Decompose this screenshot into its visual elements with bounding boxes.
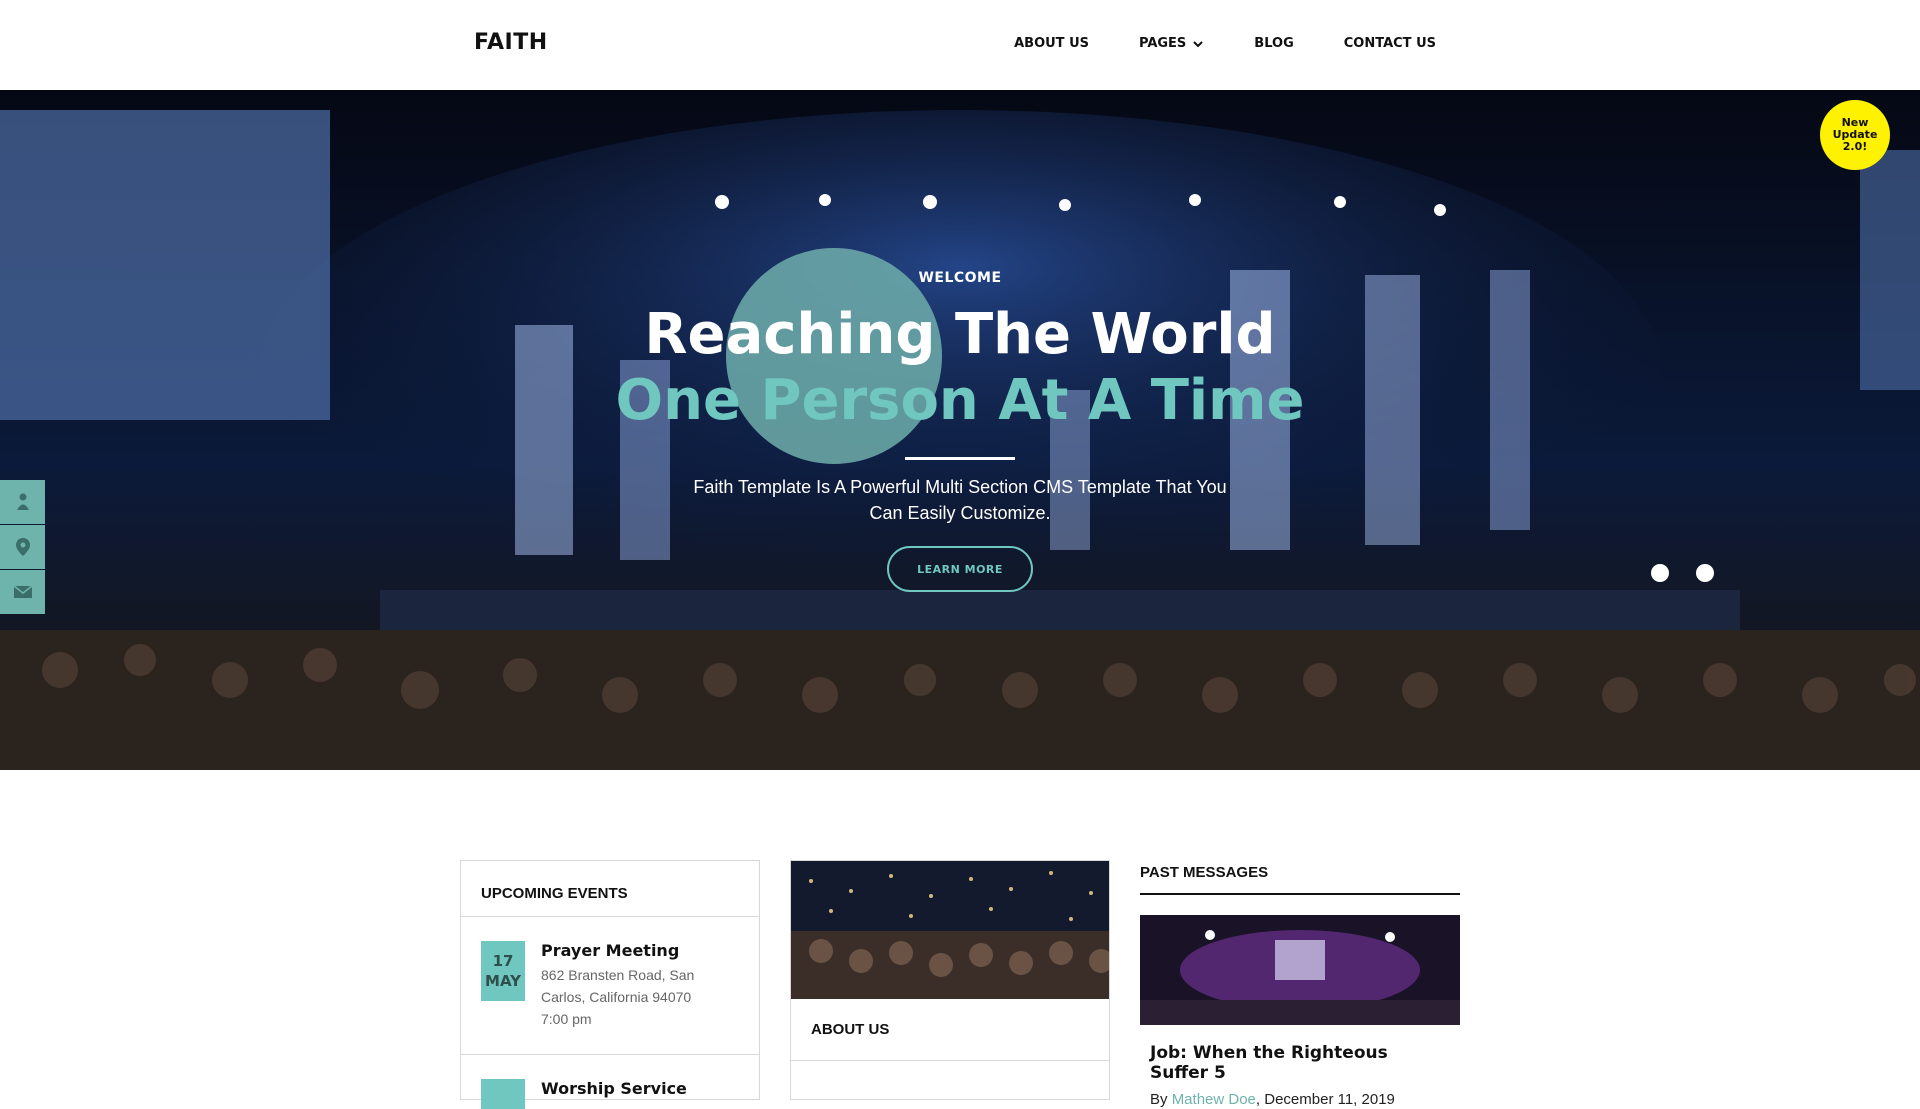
envelope-icon (13, 585, 32, 598)
side-person-button[interactable] (0, 480, 45, 524)
hero-headline: Reaching The World One Person At A Time (615, 302, 1305, 433)
side-contact-bar (0, 480, 45, 615)
nav-contact-us[interactable]: CONTACT US (1344, 36, 1436, 51)
hero-divider (905, 457, 1015, 460)
site-header: FAITH ABOUT US PAGES BLOG CONTACT US (0, 0, 1920, 90)
hero-welcome-label: WELCOME (918, 270, 1002, 286)
message-meta: By Mathew Doe, December 11, 2019 (1150, 1091, 1395, 1108)
event-name[interactable]: Prayer Meeting (541, 941, 739, 960)
main-nav: ABOUT US PAGES BLOG CONTACT US (1014, 36, 1436, 51)
events-title: UPCOMING EVENTS (461, 861, 759, 917)
event-item[interactable]: 17 MAY Prayer Meeting 862 Bransten Road,… (461, 917, 759, 1055)
message-title[interactable]: Job: When the Righteous Suffer 5 (1150, 1043, 1450, 1083)
hero-subtitle: Faith Template Is A Powerful Multi Secti… (693, 477, 1227, 523)
side-location-button[interactable] (0, 525, 45, 569)
event-name[interactable]: Worship Service (541, 1079, 687, 1098)
nav-blog[interactable]: BLOG (1254, 36, 1293, 51)
message-thumbnail-image[interactable] (1140, 915, 1460, 1025)
past-messages-section: PAST MESSAGES Job: When the Righteous Su… (1140, 864, 1460, 1108)
chevron-down-icon (1193, 40, 1204, 47)
event-item[interactable]: Worship Service (461, 1055, 759, 1109)
message-author-link[interactable]: Mathew Doe (1172, 1091, 1256, 1108)
crowd-image (791, 861, 1109, 999)
event-date-badge: 17 MAY (481, 941, 525, 1001)
side-email-button[interactable] (0, 570, 45, 614)
map-pin-icon (15, 538, 30, 556)
about-title: ABOUT US (791, 999, 1109, 1061)
event-address: 862 Bransten Road, San Carlos, Californi… (541, 967, 695, 1005)
event-time: 7:00 pm (541, 1011, 592, 1027)
site-logo[interactable]: FAITH (474, 30, 548, 55)
nav-pages[interactable]: PAGES (1139, 36, 1204, 51)
nav-about-us[interactable]: ABOUT US (1014, 36, 1089, 51)
update-badge[interactable]: New Update 2.0! (1820, 100, 1890, 170)
event-date-badge (481, 1079, 525, 1109)
learn-more-button[interactable]: LEARN MORE (887, 546, 1033, 592)
past-messages-title: PAST MESSAGES (1140, 864, 1460, 895)
upcoming-events-card: UPCOMING EVENTS 17 MAY Prayer Meeting 86… (460, 860, 760, 1109)
person-icon (16, 493, 29, 510)
about-us-card: ABOUT US (790, 860, 1110, 1100)
